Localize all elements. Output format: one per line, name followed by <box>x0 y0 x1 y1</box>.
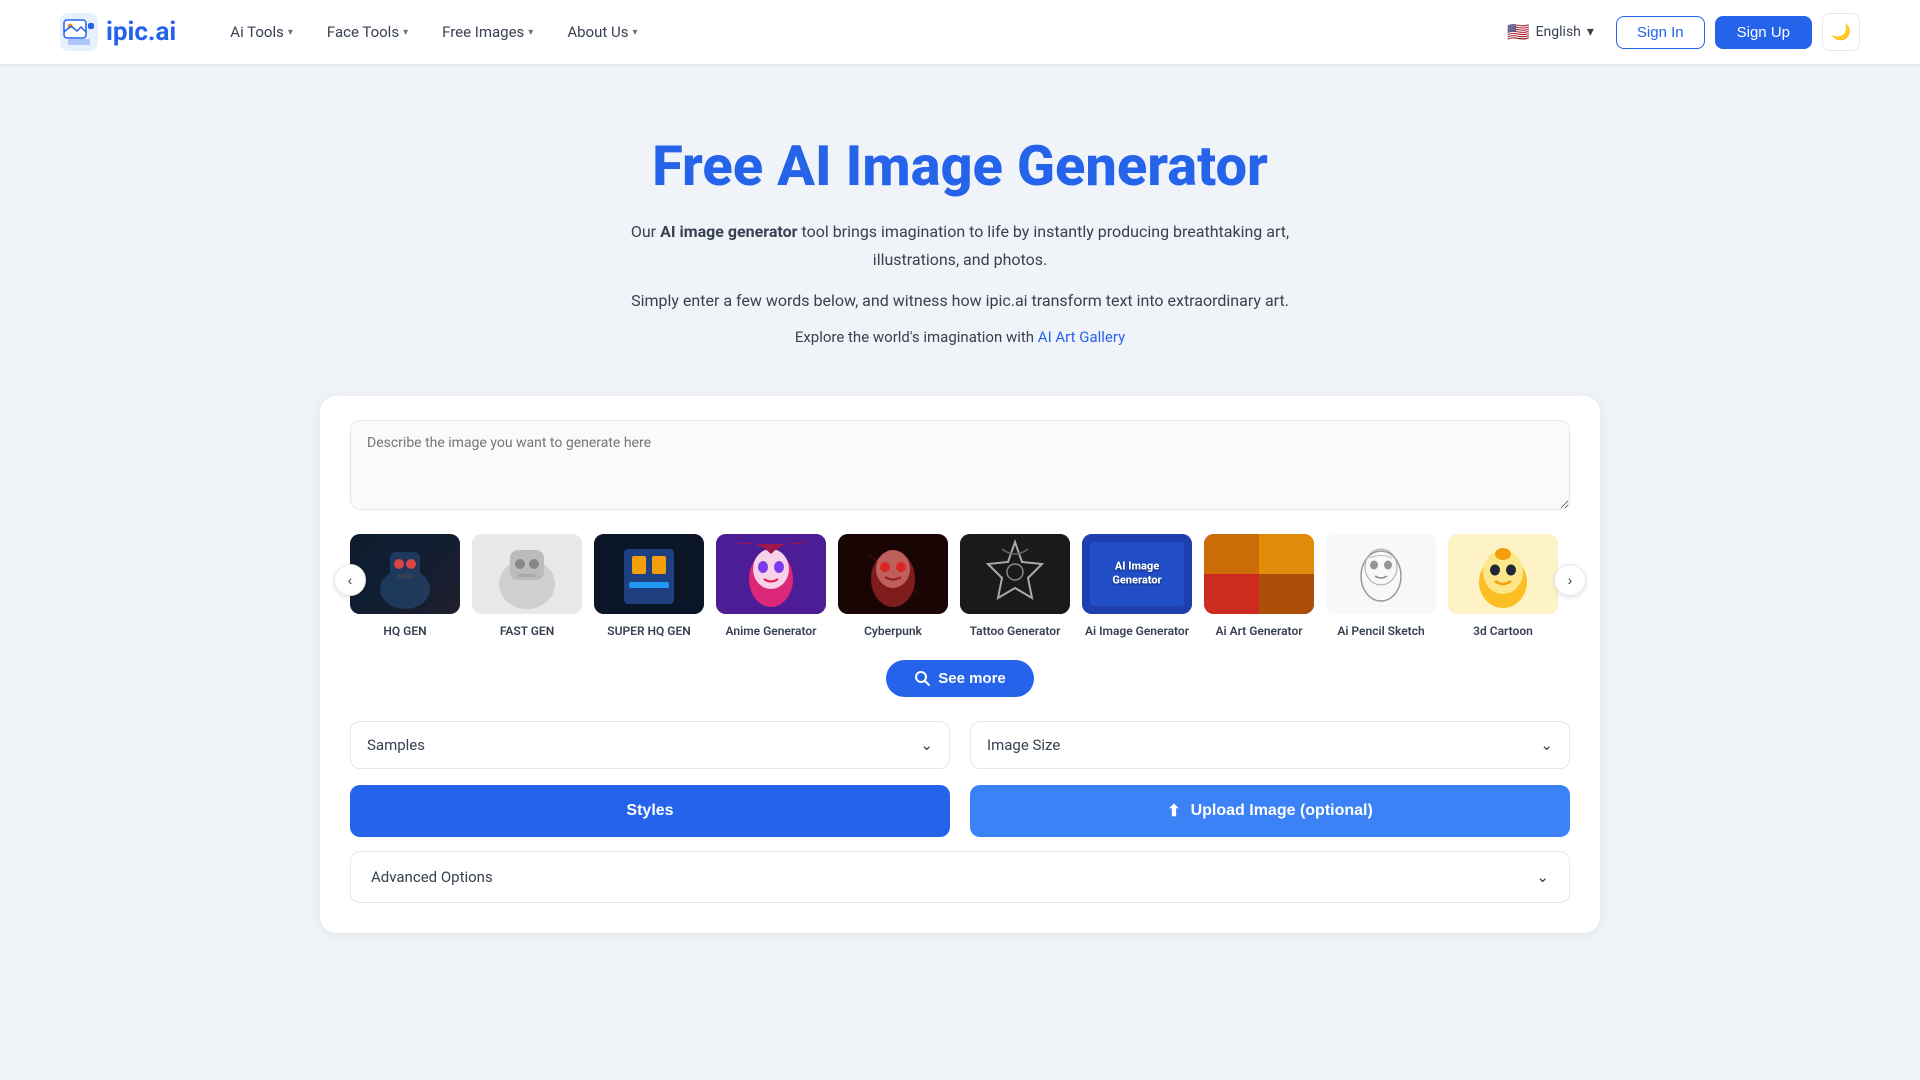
chevron-down-icon: ▾ <box>1587 24 1594 40</box>
style-card-image-ai-pencil-sketch <box>1326 534 1436 614</box>
chevron-right-icon: › <box>1568 572 1573 588</box>
style-card-image-ai-art-gen <box>1204 534 1314 614</box>
style-card-ai-image-gen[interactable]: AI ImageGenerator Ai Image Generator <box>1082 534 1192 640</box>
action-row: Styles ⬆ Upload Image (optional) <box>350 785 1570 837</box>
style-card-label-ai-art-gen: Ai Art Generator <box>1215 624 1302 638</box>
nav-ai-tools[interactable]: Ai Tools ▾ <box>216 15 307 49</box>
chevron-left-icon: ‹ <box>348 572 353 588</box>
image-size-select[interactable]: Image Size ⌄ <box>970 721 1570 769</box>
styles-button[interactable]: Styles <box>350 785 950 837</box>
hero-section: Free AI Image Generator Our AI image gen… <box>320 134 1600 346</box>
options-row: Samples ⌄ Image Size ⌄ <box>350 721 1570 769</box>
style-card-super-hq-gen[interactable]: SUPER HQ GEN <box>594 534 704 640</box>
style-card-label-3d-cartoon: 3d Cartoon <box>1473 624 1533 638</box>
chevron-down-icon: ⌄ <box>1540 736 1553 754</box>
nav-right: 🇺🇸 English ▾ Sign In Sign Up 🌙 <box>1495 13 1860 51</box>
logo-text: ipic.ai <box>106 17 176 47</box>
flag-icon: 🇺🇸 <box>1507 22 1529 43</box>
style-card-label-ai-pencil-sketch: Ai Pencil Sketch <box>1337 624 1424 638</box>
logo[interactable]: ipic.ai <box>60 13 176 51</box>
chevron-down-icon: ▾ <box>528 27 533 38</box>
nav-about-us[interactable]: About Us ▾ <box>553 15 651 49</box>
hero-desc-bold: AI image generator <box>660 222 797 241</box>
search-icon <box>914 670 930 686</box>
language-label: English <box>1536 24 1581 40</box>
chevron-down-icon: ▾ <box>288 27 293 38</box>
upload-icon: ⬆ <box>1167 801 1180 821</box>
chevron-down-icon: ▾ <box>632 27 637 38</box>
main-content: Free AI Image Generator Our AI image gen… <box>260 64 1660 993</box>
samples-select[interactable]: Samples ⌄ <box>350 721 950 769</box>
nav-free-images[interactable]: Free Images ▾ <box>428 15 547 49</box>
style-card-image-cyberpunk <box>838 534 948 614</box>
navbar: ipic.ai Ai Tools ▾ Face Tools ▾ Free Ima… <box>0 0 1920 64</box>
signup-button[interactable]: Sign Up <box>1715 16 1812 49</box>
style-card-hq-gen[interactable]: HQ GEN <box>350 534 460 640</box>
style-card-3d-cartoon[interactable]: 3d Cartoon <box>1448 534 1558 640</box>
see-more-label: See more <box>938 670 1006 687</box>
chevron-down-icon: ▾ <box>403 27 408 38</box>
language-selector[interactable]: 🇺🇸 English ▾ <box>1495 16 1606 49</box>
style-card-fast-gen[interactable]: FAST GEN <box>472 534 582 640</box>
style-card-label-anime: Anime Generator <box>726 624 817 638</box>
ai-image-gen-text-overlay: AI ImageGenerator <box>1112 560 1161 589</box>
nav-links: Ai Tools ▾ Face Tools ▾ Free Images ▾ Ab… <box>216 15 1495 49</box>
style-card-image-hq-gen <box>350 534 460 614</box>
style-card-image-ai-image-gen: AI ImageGenerator <box>1082 534 1192 614</box>
signin-button[interactable]: Sign In <box>1616 16 1705 49</box>
hero-description-line2: Simply enter a few words below, and witn… <box>620 287 1300 314</box>
carousel-next-button[interactable]: › <box>1554 564 1586 596</box>
chevron-down-icon: ⌄ <box>1536 868 1549 886</box>
image-size-label: Image Size <box>987 736 1060 754</box>
nav-face-tools[interactable]: Face Tools ▾ <box>313 15 422 49</box>
style-card-image-anime <box>716 534 826 614</box>
upload-image-button[interactable]: ⬆ Upload Image (optional) <box>970 785 1570 837</box>
style-card-ai-art-gen[interactable]: Ai Art Generator <box>1204 534 1314 640</box>
hero-gallery-prompt: Explore the world's imagination with AI … <box>320 328 1600 346</box>
advanced-options-label: Advanced Options <box>371 868 493 886</box>
style-card-anime[interactable]: Anime Generator <box>716 534 826 640</box>
style-card-label-fast-gen: FAST GEN <box>500 624 554 638</box>
page-title: Free AI Image Generator <box>320 134 1600 198</box>
samples-label: Samples <box>367 736 425 754</box>
advanced-options-row[interactable]: Advanced Options ⌄ <box>350 851 1570 903</box>
style-card-label-tattoo: Tattoo Generator <box>970 624 1061 638</box>
style-card-ai-pencil-sketch[interactable]: Ai Pencil Sketch <box>1326 534 1436 640</box>
style-card-cyberpunk[interactable]: Cyberpunk <box>838 534 948 640</box>
hero-description: Our AI image generator tool brings imagi… <box>620 218 1300 272</box>
carousel-track: HQ GEN FAST GEN <box>350 534 1570 640</box>
hero-desc-part1: Our <box>631 222 660 241</box>
style-card-label-super-hq-gen: SUPER HQ GEN <box>607 624 690 638</box>
style-card-label-hq-gen: HQ GEN <box>383 624 426 638</box>
prompt-input[interactable] <box>350 420 1570 510</box>
chevron-down-icon: ⌄ <box>920 736 933 754</box>
carousel-prev-button[interactable]: ‹ <box>334 564 366 596</box>
style-card-tattoo[interactable]: Tattoo Generator <box>960 534 1070 640</box>
hero-desc-part2: tool brings imagination to life by insta… <box>798 222 1290 268</box>
logo-icon <box>60 13 98 51</box>
theme-toggle-button[interactable]: 🌙 <box>1822 13 1860 51</box>
style-card-label-cyberpunk: Cyberpunk <box>864 624 922 638</box>
style-carousel: ‹ HQ GEN <box>350 534 1570 640</box>
ai-art-gallery-link[interactable]: AI Art Gallery <box>1038 328 1125 346</box>
upload-label: Upload Image (optional) <box>1191 802 1373 820</box>
style-card-label-ai-image-gen: Ai Image Generator <box>1085 624 1189 638</box>
style-card-image-super-hq-gen <box>594 534 704 614</box>
style-card-image-tattoo <box>960 534 1070 614</box>
theme-icon: 🌙 <box>1831 22 1851 42</box>
style-card-image-3d-cartoon <box>1448 534 1558 614</box>
generator-box: ‹ HQ GEN <box>320 396 1600 933</box>
see-more-button[interactable]: See more <box>886 660 1034 697</box>
style-card-image-fast-gen <box>472 534 582 614</box>
